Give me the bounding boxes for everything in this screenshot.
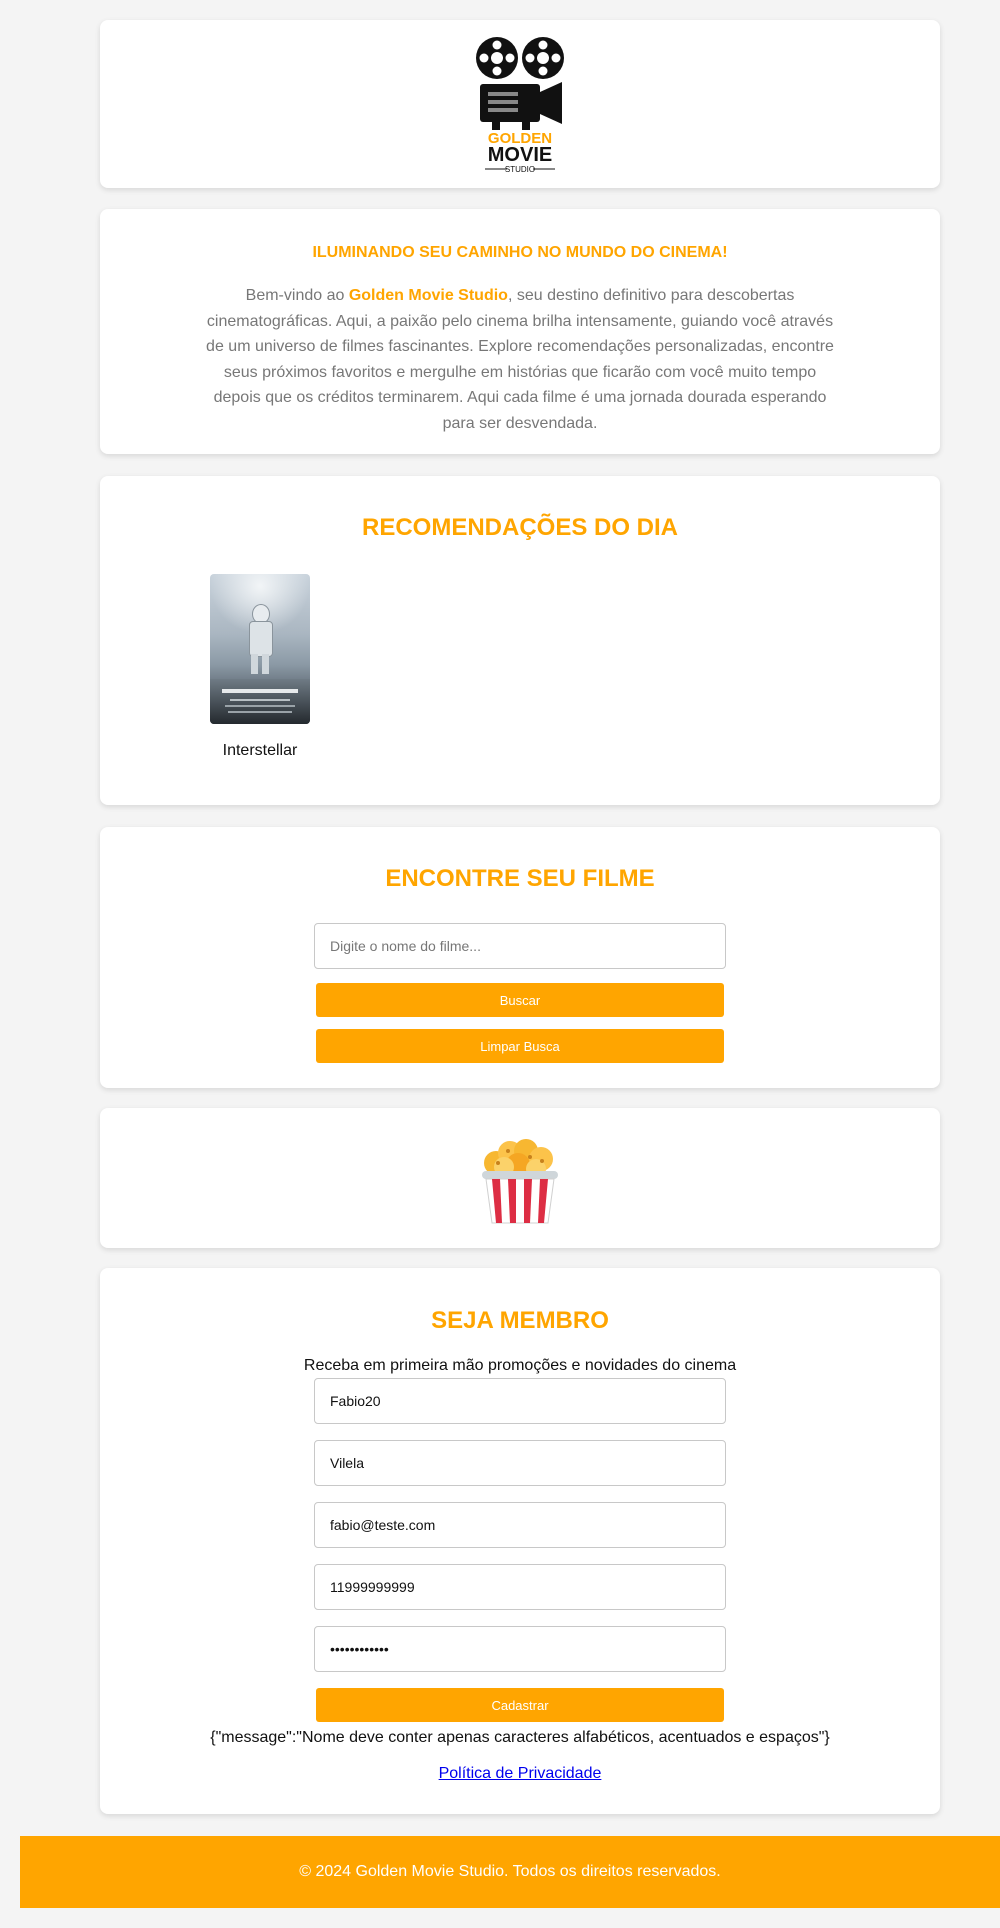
clear-search-button[interactable]: Limpar Busca xyxy=(316,1029,724,1063)
logo-main-text: MOVIE xyxy=(488,144,552,166)
search-title: ENCONTRE SEU FILME xyxy=(385,865,655,892)
privacy-policy-link[interactable]: Política de Privacidade xyxy=(100,1765,940,1783)
membership-subtitle: Receba em primeira mão promoções e novid… xyxy=(303,1357,737,1374)
recommendations-card: RECOMENDAÇÕES DO DIA Interstellar xyxy=(100,476,940,805)
response-message: {"message":"Nome deve conter apenas cara… xyxy=(210,1729,830,1746)
first-name-field[interactable] xyxy=(314,1378,726,1424)
movie-card[interactable]: Interstellar xyxy=(200,574,320,760)
logo-card: GOLDEN MOVIE STUDIO xyxy=(100,20,940,188)
membership-card: SEJA MEMBRO Receba em primeira mão promo… xyxy=(100,1268,940,1814)
footer: © 2024 Golden Movie Studio. Todos os dir… xyxy=(20,1836,1000,1908)
movie-title[interactable]: Interstellar xyxy=(200,742,320,760)
email-field[interactable] xyxy=(314,1502,726,1548)
membership-title: SEJA MEMBRO xyxy=(431,1307,609,1334)
last-name-field[interactable] xyxy=(314,1440,726,1486)
phone-field[interactable] xyxy=(314,1564,726,1610)
logo-sub-text: STUDIO xyxy=(505,165,535,174)
intro-text-after: , seu destino definitivo para descoberta… xyxy=(206,287,834,432)
recommendations-title: RECOMENDAÇÕES DO DIA xyxy=(361,514,679,541)
film-projector-logo-icon: GOLDEN MOVIE STUDIO xyxy=(476,37,564,174)
intro-card: ILUMINANDO SEU CAMINHO NO MUNDO DO CINEM… xyxy=(100,209,940,454)
intro-headline: ILUMINANDO SEU CAMINHO NO MUNDO DO CINEM… xyxy=(312,244,728,261)
popcorn-card xyxy=(100,1108,940,1248)
popcorn-icon xyxy=(482,1139,558,1224)
search-card: ENCONTRE SEU FILME Buscar Limpar Busca xyxy=(100,827,940,1088)
search-input[interactable] xyxy=(314,923,726,969)
footer-text: © 2024 Golden Movie Studio. Todos os dir… xyxy=(299,1863,721,1880)
intro-text-before: Bem-vindo ao xyxy=(245,287,349,304)
submit-button[interactable]: Cadastrar xyxy=(316,1688,724,1722)
intro-paragraph: Bem-vindo ao Golden Movie Studio, seu de… xyxy=(204,283,836,436)
movie-poster[interactable] xyxy=(210,574,310,724)
password-field[interactable] xyxy=(314,1626,726,1672)
intro-brand-name: Golden Movie Studio xyxy=(348,287,508,304)
search-button[interactable]: Buscar xyxy=(316,983,724,1017)
